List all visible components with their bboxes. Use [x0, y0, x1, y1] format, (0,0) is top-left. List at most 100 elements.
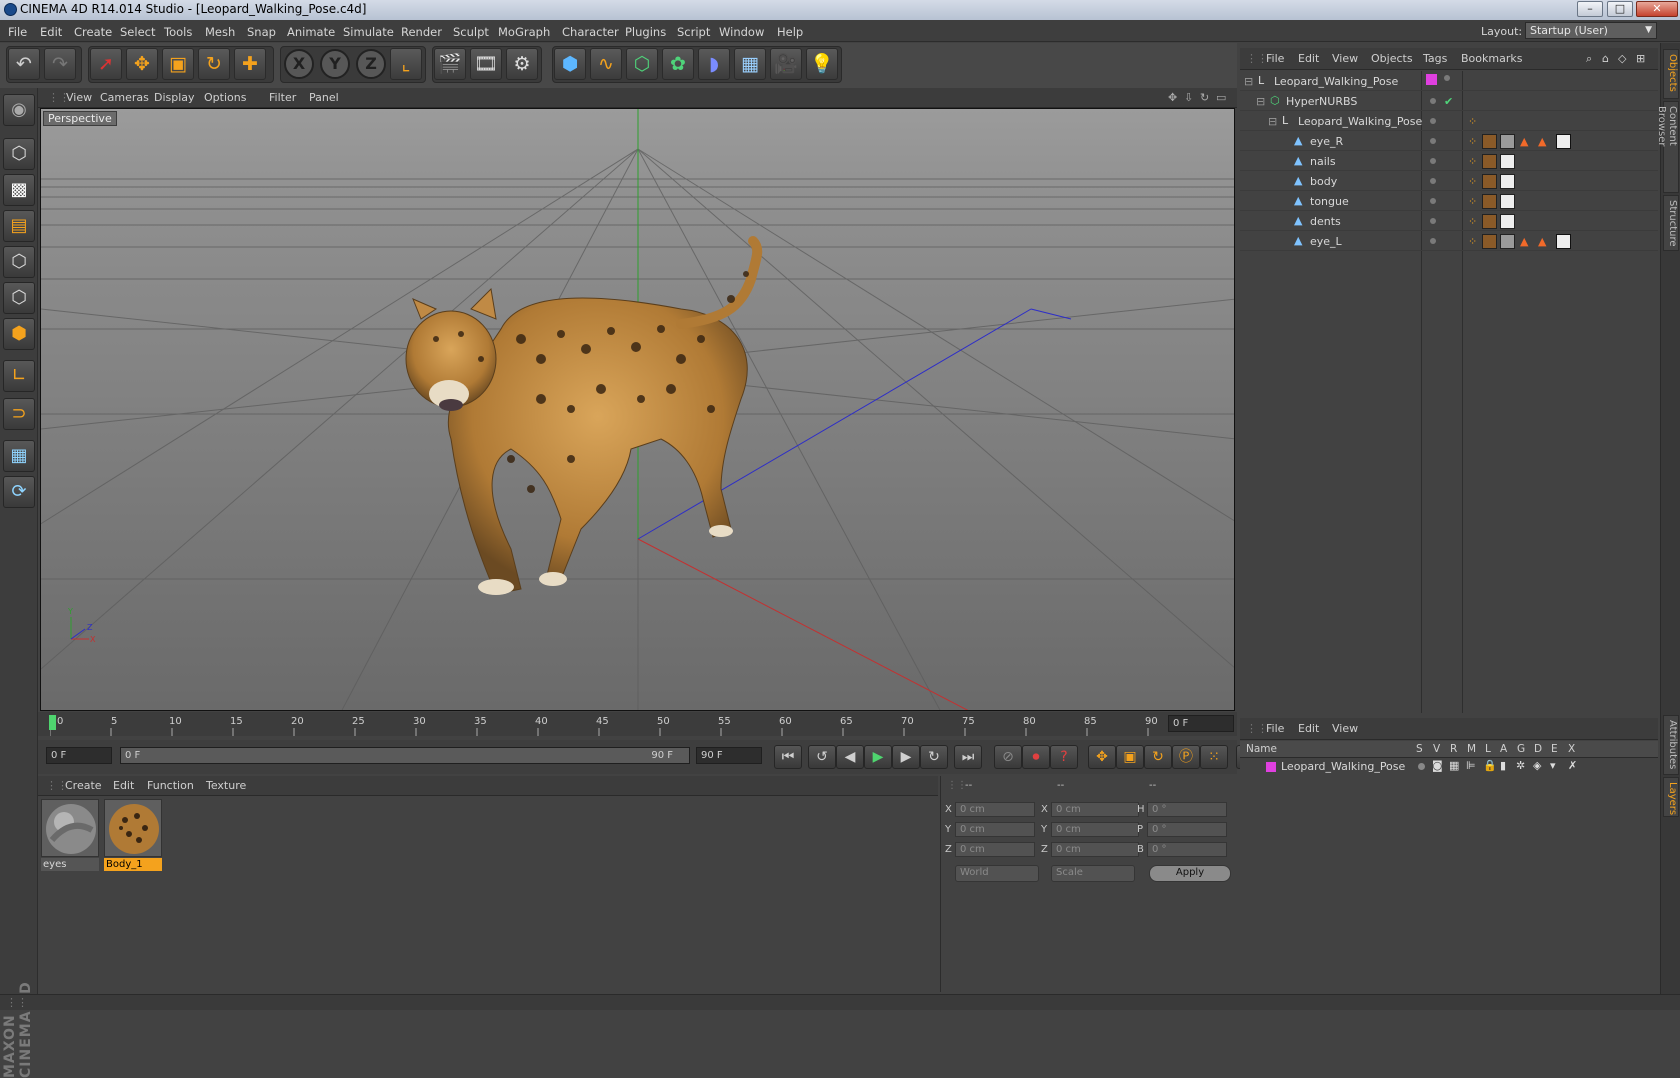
texture-mode-icon[interactable]: ▩: [3, 174, 35, 206]
layout-dropdown[interactable]: Startup (User) ▼: [1525, 22, 1657, 39]
texture-tag-icon[interactable]: [1500, 194, 1515, 209]
axis-mode-icon[interactable]: ∟: [3, 360, 35, 392]
material-tag-icon[interactable]: [1482, 214, 1497, 229]
visibility-dot[interactable]: [1430, 98, 1436, 104]
apply-button[interactable]: Apply: [1149, 865, 1231, 882]
visibility-dot[interactable]: [1430, 198, 1436, 204]
cube-object-icon[interactable]: ⬢: [554, 48, 586, 80]
size-z-field[interactable]: 0 cm: [1051, 842, 1139, 857]
texture-tag-icon[interactable]: [1500, 214, 1515, 229]
phong-tag-icon[interactable]: ⁘: [1468, 235, 1477, 248]
play-icon[interactable]: ▶: [864, 745, 892, 769]
polygons-mode-icon[interactable]: ⬢: [3, 318, 35, 350]
lock-icon[interactable]: 🔒: [1483, 759, 1497, 772]
eye-icon[interactable]: ◙: [1432, 759, 1443, 772]
record-point-level-icon[interactable]: ⁙: [1200, 745, 1228, 769]
object-menu-bookmarks[interactable]: Bookmarks: [1461, 52, 1522, 65]
layer-col-xref[interactable]: X: [1568, 743, 1575, 755]
tree-row[interactable]: ⊟ ⬡ HyperNURBS ✔: [1240, 91, 1658, 111]
workplane-mode-icon[interactable]: ▤: [3, 210, 35, 242]
texture-tag-icon[interactable]: [1556, 234, 1571, 249]
generator-toggle-icon[interactable]: ✲: [1516, 759, 1525, 772]
record-rotation-icon[interactable]: ↻: [1144, 745, 1172, 769]
z-axis-lock-icon[interactable]: Z: [356, 49, 386, 79]
record-parameter-icon[interactable]: Ⓟ: [1172, 745, 1200, 769]
visibility-dot[interactable]: [1430, 138, 1436, 144]
layer-color-swatch[interactable]: [1426, 74, 1437, 85]
visibility-dot[interactable]: [1444, 75, 1450, 81]
material-menu-function[interactable]: Function: [147, 779, 194, 792]
layer-menu-file[interactable]: File: [1266, 722, 1284, 735]
layer-col-locked[interactable]: L: [1485, 743, 1491, 755]
animation-toggle-icon[interactable]: ▮: [1500, 759, 1506, 772]
material-tag-icon[interactable]: [1500, 134, 1515, 149]
layer-menu-view[interactable]: View: [1332, 722, 1358, 735]
visibility-dot[interactable]: [1430, 238, 1436, 244]
record-icon[interactable]: ⏺: [1022, 745, 1050, 769]
deformer-icon[interactable]: ◗: [698, 48, 730, 80]
tree-row[interactable]: ▲ eye_L ⁘ ▲ ▲: [1240, 231, 1658, 251]
material-tag-icon[interactable]: [1482, 134, 1497, 149]
points-mode-icon[interactable]: ⬡: [3, 246, 35, 278]
edges-mode-icon[interactable]: ⬡: [3, 282, 35, 314]
phong-tag-icon[interactable]: ⁘: [1468, 155, 1477, 168]
home-icon[interactable]: ⌂: [1602, 52, 1609, 65]
rotation-p-field[interactable]: 0 °: [1147, 822, 1227, 837]
mograph-cloner-icon[interactable]: ✿: [662, 48, 694, 80]
menu-file[interactable]: File: [8, 25, 27, 39]
object-menu-file[interactable]: File: [1266, 52, 1284, 65]
material-tag-icon[interactable]: [1482, 174, 1497, 189]
menu-help[interactable]: Help: [777, 25, 803, 39]
search-icon[interactable]: ⌕: [1586, 52, 1592, 66]
viewport-camera-label[interactable]: Perspective: [43, 111, 117, 126]
layer-row[interactable]: Leopard_Walking_Pose ◙ ▦ ⊫ 🔒 ▮ ✲ ◈ ▾ ✗: [1240, 758, 1658, 776]
spline-icon[interactable]: ∿: [590, 48, 622, 80]
current-frame-field[interactable]: 0 F: [1168, 715, 1234, 732]
menu-window[interactable]: Window: [719, 25, 764, 39]
tree-row[interactable]: ▲ body ⁘: [1240, 171, 1658, 191]
texture-tag-icon[interactable]: [1556, 134, 1571, 149]
phong-tag-icon[interactable]: ⁘: [1468, 195, 1477, 208]
leopard-model[interactable]: [41, 109, 1235, 711]
viewport-menu-options[interactable]: Options: [204, 91, 246, 104]
tab-objects[interactable]: Objects: [1663, 49, 1679, 99]
undo-icon[interactable]: ↶: [8, 48, 40, 80]
uvw-tag-icon[interactable]: ▲: [1538, 235, 1546, 248]
phong-tag-icon[interactable]: ⁘: [1468, 115, 1477, 128]
phong-tag-icon[interactable]: ⁘: [1468, 215, 1477, 228]
live-selection-icon[interactable]: ➚: [90, 48, 122, 80]
go-to-start-icon[interactable]: ⏮: [774, 745, 802, 769]
autokey-icon[interactable]: ?: [1050, 745, 1078, 769]
render-toggle-icon[interactable]: ▦: [1449, 759, 1459, 772]
render-settings-icon[interactable]: ⚙: [506, 48, 538, 80]
viewport-maximize-icon[interactable]: ▭: [1216, 91, 1226, 104]
new-window-icon[interactable]: ⊞: [1636, 52, 1645, 65]
visibility-dot[interactable]: [1430, 158, 1436, 164]
object-menu-edit[interactable]: Edit: [1298, 52, 1319, 65]
x-axis-lock-icon[interactable]: X: [284, 49, 314, 79]
locked-workplane-icon[interactable]: ⟳: [3, 476, 35, 508]
back-icon[interactable]: ◇: [1618, 52, 1626, 65]
snap-icon[interactable]: ▦: [3, 440, 35, 472]
create-object-icon[interactable]: ✚: [234, 48, 266, 80]
layer-col-generators[interactable]: G: [1517, 743, 1525, 755]
collapse-icon[interactable]: ⊟: [1244, 75, 1253, 88]
scale-tool-icon[interactable]: ▣: [162, 48, 194, 80]
model-mode-icon[interactable]: ⬡: [3, 138, 35, 170]
object-menu-objects[interactable]: Objects: [1371, 52, 1413, 65]
material-menu-create[interactable]: Create: [65, 779, 102, 792]
layer-col-animation[interactable]: A: [1500, 743, 1507, 755]
next-key-icon[interactable]: ↻: [920, 745, 948, 769]
coordinate-system-dropdown[interactable]: World: [955, 865, 1039, 882]
tree-row[interactable]: ⊟ L Leopard_Walking_Pose: [1240, 71, 1658, 91]
redo-icon[interactable]: ↷: [44, 48, 76, 80]
layer-col-view[interactable]: V: [1433, 743, 1440, 755]
move-tool-icon[interactable]: ✥: [126, 48, 158, 80]
enabled-checkmark-icon[interactable]: ✔: [1444, 95, 1453, 108]
tree-row[interactable]: ▲ eye_R ⁘ ▲ ▲: [1240, 131, 1658, 151]
object-menu-view[interactable]: View: [1332, 52, 1358, 65]
menu-render[interactable]: Render: [401, 25, 442, 39]
tab-attributes[interactable]: Attributes: [1663, 715, 1679, 775]
render-view-icon[interactable]: 🎬: [434, 48, 466, 80]
menu-edit[interactable]: Edit: [40, 25, 62, 39]
